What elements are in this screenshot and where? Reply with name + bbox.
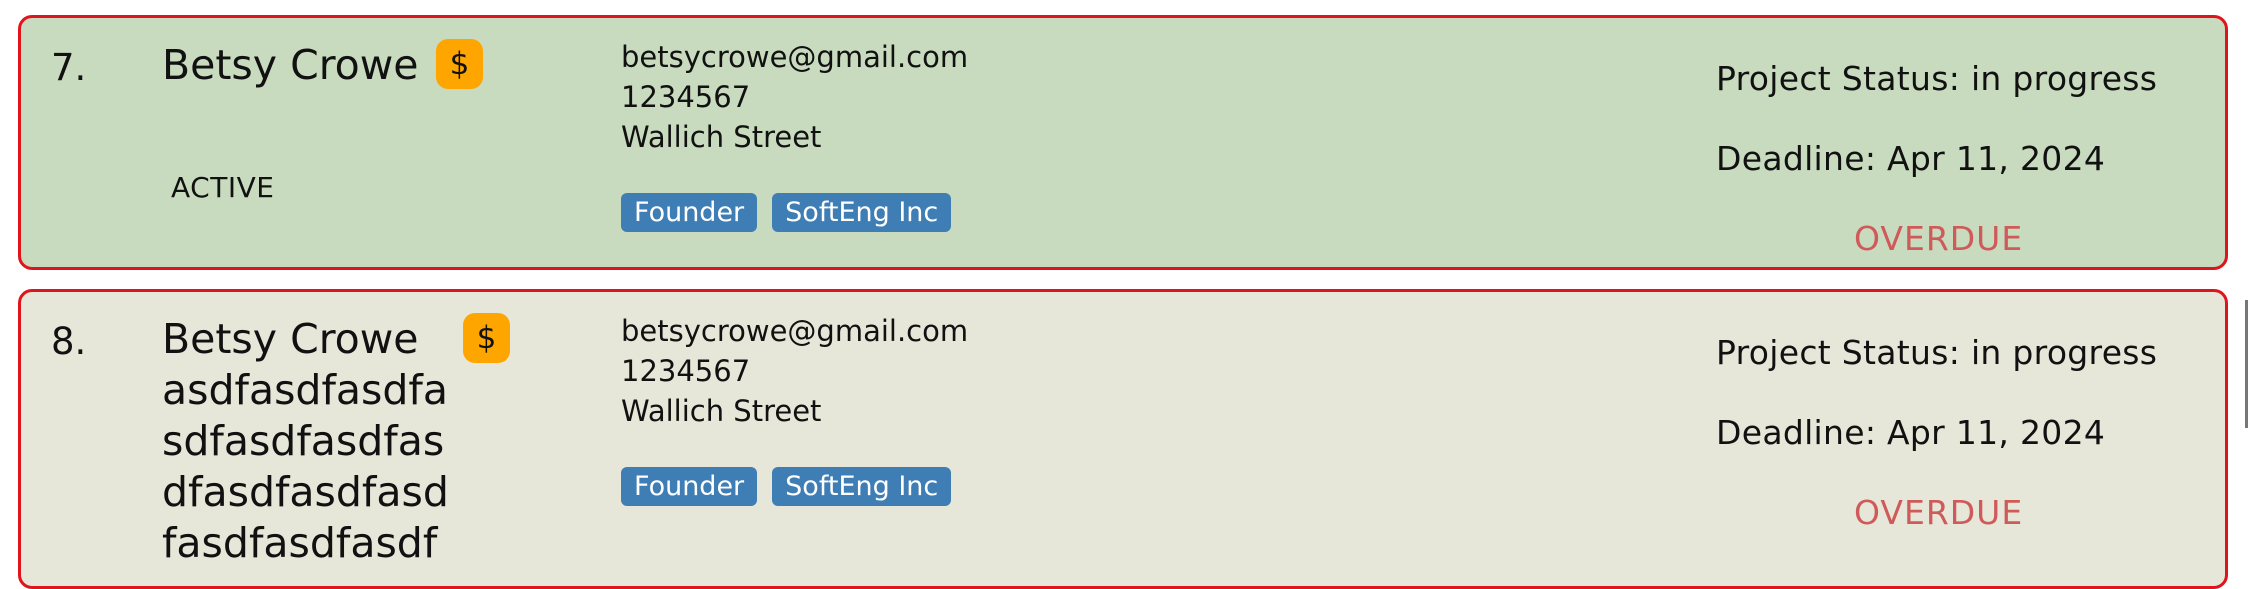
person-index: 8. bbox=[51, 320, 87, 363]
tag-founder: Founder bbox=[621, 193, 758, 232]
name-line: sdfasdfasdfas bbox=[162, 417, 445, 465]
tag-company: SoftEng Inc bbox=[772, 193, 952, 232]
person-card[interactable]: 8. Betsy Crowe asdfasdfasdfa sdfasdfasdf… bbox=[18, 289, 2228, 589]
person-index: 7. bbox=[51, 46, 87, 89]
project-status: Project Status: in progress bbox=[1716, 333, 2158, 372]
dollar-badge-icon: $ bbox=[463, 313, 510, 363]
name-line: dfasdfasdfasd bbox=[162, 468, 449, 516]
person-email: betsycrowe@gmail.com bbox=[621, 314, 969, 348]
deadline: Deadline: Apr 11, 2024 bbox=[1716, 413, 2106, 452]
tag-list: Founder SoftEng Inc bbox=[621, 193, 952, 232]
dollar-badge-icon: $ bbox=[436, 39, 483, 89]
person-address: Wallich Street bbox=[621, 120, 822, 154]
tag-company: SoftEng Inc bbox=[772, 467, 952, 506]
deadline: Deadline: Apr 11, 2024 bbox=[1716, 139, 2106, 178]
person-email: betsycrowe@gmail.com bbox=[621, 40, 969, 74]
person-card[interactable]: 7. Betsy Crowe $ ACTIVE betsycrowe@gmail… bbox=[18, 15, 2228, 270]
name-line: asdfasdfasdfa bbox=[162, 366, 448, 414]
overdue-label: OVERDUE bbox=[1854, 219, 2024, 258]
overdue-label: OVERDUE bbox=[1854, 493, 2024, 532]
tag-list: Founder SoftEng Inc bbox=[621, 467, 952, 506]
project-status: Project Status: in progress bbox=[1716, 59, 2158, 98]
active-status: ACTIVE bbox=[171, 171, 275, 204]
person-phone: 1234567 bbox=[621, 354, 751, 388]
name-line: fasdfasdfasdf bbox=[162, 519, 438, 567]
person-phone: 1234567 bbox=[621, 80, 751, 114]
name-line: Betsy Crowe bbox=[162, 315, 419, 363]
person-name: Betsy Crowe bbox=[162, 41, 419, 89]
person-address: Wallich Street bbox=[621, 394, 822, 428]
tag-founder: Founder bbox=[621, 467, 758, 506]
person-name: Betsy Crowe asdfasdfasdfa sdfasdfasdfas … bbox=[162, 314, 462, 569]
person-list: 7. Betsy Crowe $ ACTIVE betsycrowe@gmail… bbox=[0, 0, 2248, 589]
